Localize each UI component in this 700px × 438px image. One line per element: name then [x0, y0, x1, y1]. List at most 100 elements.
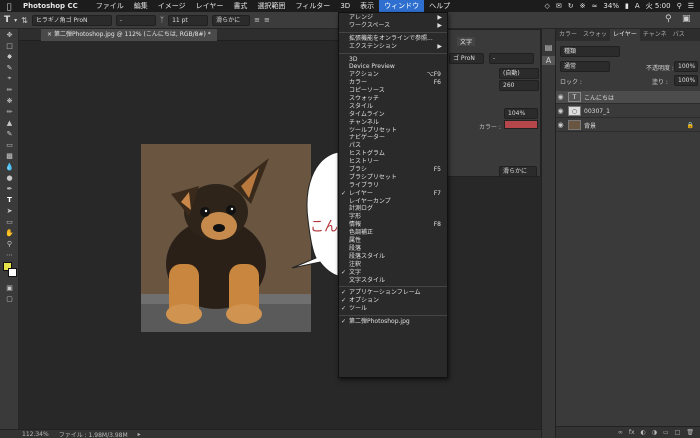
- leading-select[interactable]: (自動): [499, 68, 539, 79]
- menu-item-actions[interactable]: アクション ⌥F9: [339, 71, 447, 79]
- dropbox-icon[interactable]: ◇: [545, 2, 550, 10]
- menu-item-paragraph-styles[interactable]: 段落スタイル: [339, 253, 447, 261]
- menu-item-3d[interactable]: 3D: [339, 56, 447, 64]
- menu-3d[interactable]: 3D: [335, 0, 355, 12]
- visibility-eye-icon[interactable]: ◉: [556, 107, 565, 115]
- menu-view[interactable]: 表示: [355, 0, 379, 12]
- hand-tool-icon[interactable]: ✋: [0, 227, 19, 238]
- text-color-swatch[interactable]: [504, 120, 538, 129]
- sync-icon[interactable]: ↻: [568, 2, 574, 10]
- path-select-tool-icon[interactable]: ➤: [0, 205, 19, 216]
- marquee-tool-icon[interactable]: □: [0, 40, 19, 51]
- menu-item-navigator[interactable]: ナビゲーター: [339, 134, 447, 142]
- battery-icon[interactable]: ▮: [625, 2, 629, 10]
- close-icon[interactable]: ×: [47, 31, 52, 38]
- layer-name[interactable]: 背景: [584, 121, 596, 130]
- char-aa-select[interactable]: 滑らかに: [499, 166, 537, 177]
- zoom-tool-icon[interactable]: ⚲: [0, 238, 19, 249]
- shape-tool-icon[interactable]: ▭: [0, 216, 19, 227]
- visibility-eye-icon[interactable]: ◉: [556, 93, 565, 101]
- char-font-select[interactable]: ゴ ProN: [449, 53, 484, 64]
- new-layer-icon[interactable]: □: [675, 429, 681, 436]
- text-tool-icon[interactable]: T: [0, 194, 19, 205]
- crop-tool-icon[interactable]: ⌖: [0, 73, 19, 84]
- mail-icon[interactable]: ✉: [556, 2, 562, 10]
- color-swatches[interactable]: [0, 260, 19, 282]
- quick-select-tool-icon[interactable]: ✎: [0, 62, 19, 73]
- screen-mode-icon[interactable]: ▢: [0, 293, 19, 304]
- eraser-tool-icon[interactable]: ▭: [0, 139, 19, 150]
- list-icon[interactable]: ☰: [688, 2, 694, 10]
- workspace-search-icon[interactable]: ⚲: [665, 14, 672, 24]
- menu-item-paragraph[interactable]: 段落: [339, 245, 447, 253]
- scale-input[interactable]: 104%: [504, 108, 538, 119]
- menu-item-workspace[interactable]: ワークスペース ▶: [339, 22, 447, 30]
- menu-item-notes[interactable]: 注釈: [339, 261, 447, 269]
- menu-help[interactable]: ヘルプ: [424, 0, 455, 12]
- menu-item-character[interactable]: ✓ 文字: [339, 269, 447, 277]
- tab-paths[interactable]: パス: [670, 29, 688, 41]
- menu-image[interactable]: イメージ: [153, 0, 191, 12]
- pen-tool-icon[interactable]: ✒: [0, 183, 19, 194]
- dog-photo[interactable]: [141, 144, 311, 332]
- eyedropper-tool-icon[interactable]: ✏: [0, 84, 19, 95]
- menu-item-device-preview[interactable]: Device Preview: [339, 63, 447, 71]
- menu-select[interactable]: 選択範囲: [252, 0, 290, 12]
- document-tab[interactable]: × 第二弾Photoshop.jpg @ 112% (こんにちは, RGB/8#…: [41, 29, 217, 41]
- layer-row-text[interactable]: ◉ T こんにちは: [556, 91, 700, 104]
- more-tools-icon[interactable]: ⋯: [0, 249, 19, 260]
- antialias-select[interactable]: 滑らかに: [212, 14, 251, 26]
- menu-item-info[interactable]: 情報 F8: [339, 221, 447, 229]
- apple-icon[interactable]: : [0, 2, 18, 11]
- orientation-icon[interactable]: ⇅: [21, 16, 28, 25]
- menu-item-extensions[interactable]: エクステンション ▶: [339, 43, 447, 51]
- fx-icon[interactable]: fx: [629, 429, 635, 436]
- menu-item-history[interactable]: ヒストリー: [339, 158, 447, 166]
- history-brush-tool-icon[interactable]: ✎: [0, 128, 19, 139]
- clock[interactable]: 火 5:00: [646, 1, 671, 11]
- menu-item-arrange[interactable]: アレンジ ▶: [339, 14, 447, 22]
- tab-swatches[interactable]: スウォッ: [580, 29, 610, 41]
- align-left-icon[interactable]: ≡: [254, 16, 260, 24]
- type-tool-icon[interactable]: T: [4, 15, 10, 25]
- lasso-tool-icon[interactable]: ✸: [0, 51, 19, 62]
- menu-item-layers[interactable]: ✓ レイヤー F7: [339, 190, 447, 198]
- chevron-right-icon[interactable]: ▸: [138, 431, 141, 438]
- menu-item-color-correction[interactable]: 色調補正: [339, 229, 447, 237]
- tab-color[interactable]: カラー: [556, 29, 580, 41]
- layer-row-background[interactable]: ◉ 背景 🔒: [556, 119, 700, 132]
- healing-tool-icon[interactable]: ❋: [0, 95, 19, 106]
- panel-icon-character[interactable]: A: [542, 56, 555, 65]
- menu-filter[interactable]: フィルター: [290, 0, 335, 12]
- move-tool-icon[interactable]: ✥: [0, 29, 19, 40]
- bluetooth-icon[interactable]: ※: [580, 2, 586, 10]
- background-color[interactable]: [8, 268, 17, 277]
- bubble-text[interactable]: こん: [310, 216, 338, 236]
- panel-icon-history[interactable]: ▤: [542, 43, 555, 52]
- gradient-tool-icon[interactable]: ▩: [0, 150, 19, 161]
- tab-layers[interactable]: レイヤー: [610, 29, 640, 41]
- layer-name[interactable]: こんにちは: [584, 93, 614, 102]
- app-name[interactable]: Photoshop CC: [18, 0, 83, 12]
- menu-item-find-extensions[interactable]: 拡張機能をオンラインで参照...: [339, 35, 447, 43]
- font-family-select[interactable]: ヒラギノ角ゴ ProN: [31, 14, 112, 26]
- speech-bubble[interactable]: [290, 150, 338, 280]
- quick-mask-icon[interactable]: ▣: [0, 282, 19, 293]
- input-source[interactable]: A: [635, 2, 640, 10]
- mask-icon[interactable]: ◐: [641, 429, 646, 436]
- menu-item-styles[interactable]: スタイル: [339, 103, 447, 111]
- visibility-eye-icon[interactable]: ◉: [556, 121, 565, 129]
- menu-window[interactable]: ウィンドウ: [379, 0, 425, 12]
- menu-item-libraries[interactable]: ライブラリ: [339, 182, 447, 190]
- font-size-select[interactable]: 11 pt: [168, 14, 209, 26]
- menu-item-color[interactable]: カラー F6: [339, 79, 447, 87]
- menu-item-properties[interactable]: 属性: [339, 237, 447, 245]
- fill-input[interactable]: 100%: [674, 75, 698, 86]
- menu-item-brush-presets[interactable]: ブラシプリセット: [339, 174, 447, 182]
- character-panel-tab[interactable]: 文字: [457, 37, 476, 46]
- adjustment-icon[interactable]: ◑: [652, 429, 657, 436]
- blur-tool-icon[interactable]: 💧: [0, 161, 19, 172]
- opacity-input[interactable]: 100%: [674, 61, 698, 72]
- search-icon[interactable]: ⚲: [677, 2, 682, 10]
- menu-item-options[interactable]: ✓ オプション: [339, 297, 447, 305]
